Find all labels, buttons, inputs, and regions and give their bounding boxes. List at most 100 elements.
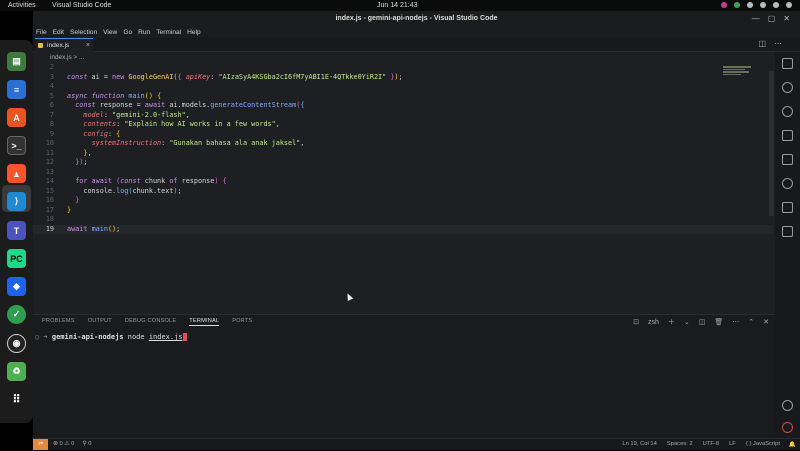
tab-ports[interactable]: PORTS xyxy=(232,318,252,326)
extensions-icon[interactable] xyxy=(782,226,793,237)
end-of-line[interactable]: LF xyxy=(729,439,736,450)
breadcrumb[interactable]: index.js > ... xyxy=(50,54,84,61)
problems-status[interactable]: ⊗ 0 ⚠ 0 xyxy=(53,439,74,450)
tab-problems[interactable]: PROBLEMS xyxy=(42,318,75,326)
tab-terminal[interactable]: TERMINAL xyxy=(189,318,220,326)
terminal-arg[interactable]: index.js xyxy=(149,333,183,341)
minimize-button[interactable]: — xyxy=(752,14,760,24)
remote-explorer-icon[interactable] xyxy=(782,154,793,165)
ports-status[interactable]: ⚲ 0 xyxy=(82,439,91,450)
focused-app-name[interactable]: Visual Studio Code xyxy=(52,0,111,11)
close-panel-icon[interactable]: ✕ xyxy=(763,318,769,326)
code-editor[interactable]: 2 3 const ai = new GoogleGenAI({ apiKey: … xyxy=(33,63,773,313)
show-apps-grid-icon[interactable]: ⠿ xyxy=(7,390,26,409)
menu-view[interactable]: View xyxy=(100,27,120,38)
code-line: 7 model: "gemini-2.0-flash", xyxy=(49,110,190,119)
prompt-symbol: ○ ➜ xyxy=(35,333,48,341)
kill-terminal-icon[interactable]: 🗑 xyxy=(714,318,723,326)
testing-icon[interactable] xyxy=(782,202,793,213)
encoding[interactable]: UTF-8 xyxy=(703,439,719,450)
tab-close-icon[interactable]: × xyxy=(86,39,90,52)
code-line: 3 const ai = new GoogleGenAI({ apiKey: "A… xyxy=(49,72,403,81)
app-center-icon[interactable]: A xyxy=(7,108,26,127)
terminal-command: node xyxy=(127,333,145,341)
code-line: 17} xyxy=(45,205,72,214)
maximize-button[interactable]: ▢ xyxy=(768,14,776,24)
tray-app-icon[interactable] xyxy=(721,2,727,8)
libreoffice-writer-icon[interactable]: ≡ xyxy=(7,80,26,99)
sync-app-icon[interactable]: ✓ xyxy=(7,305,26,324)
menu-edit[interactable]: Edit xyxy=(50,27,67,38)
dock: ▤ ≡ A >_ ▲ ⟩ T PC ◆ ✓ ◉ ♻ ⠿ xyxy=(0,40,33,423)
menu-run[interactable]: Run xyxy=(135,27,153,38)
docker-icon[interactable]: ◆ xyxy=(7,277,26,296)
activities-button[interactable]: Activities xyxy=(8,0,36,11)
split-terminal-icon[interactable]: ◫ xyxy=(699,318,706,326)
language-mode[interactable]: { } JavaScript xyxy=(746,439,780,450)
tab-index-js[interactable]: index.js × xyxy=(35,38,93,52)
close-window-button[interactable]: ✕ xyxy=(783,14,790,24)
more-icon[interactable]: ⋯ xyxy=(732,318,739,326)
pycharm-icon[interactable]: PC xyxy=(7,249,26,268)
code-line: 11 }, xyxy=(45,148,92,157)
minimap[interactable] xyxy=(723,66,753,80)
editor-actions: ◫ ⋯ xyxy=(758,39,782,48)
vscode-window: index.js - gemini-api-nodejs - Visual St… xyxy=(33,11,800,450)
search-icon[interactable] xyxy=(782,82,793,93)
system-top-bar: Activities Visual Studio Code Jun 14 21:… xyxy=(0,0,800,11)
menu-bar: File Edit Selection View Go Run Terminal… xyxy=(33,27,800,38)
power-icon[interactable] xyxy=(786,2,792,8)
code-line-current: 19 await main(); xyxy=(33,224,773,234)
clock[interactable]: Jun 14 21:43 xyxy=(377,0,417,11)
account-icon[interactable] xyxy=(782,400,793,411)
brave-browser-icon[interactable]: ▲ xyxy=(7,164,26,183)
code-line: 12 }); xyxy=(45,158,88,166)
tray-app-icon[interactable] xyxy=(734,2,740,8)
new-terminal-icon[interactable]: ＋ xyxy=(668,317,675,327)
explorer-icon[interactable] xyxy=(782,58,793,69)
code-line: 13 xyxy=(45,167,54,176)
cursor-position[interactable]: Ln 19, Col 14 xyxy=(622,439,656,450)
menu-selection[interactable]: Selection xyxy=(67,27,100,38)
split-editor-icon[interactable]: ◫ xyxy=(758,39,766,48)
menu-file[interactable]: File xyxy=(33,27,50,38)
code-line: 14 for await (const chunk of response) { xyxy=(45,177,227,185)
more-actions-icon[interactable]: ⋯ xyxy=(774,39,782,48)
code-line: 9 config: { xyxy=(49,129,121,138)
obs-studio-icon[interactable]: ◉ xyxy=(7,334,26,353)
editor-tab-bar: index.js × ◫ ⋯ xyxy=(33,38,800,52)
window-title: index.js - gemini-api-nodejs - Visual St… xyxy=(335,15,498,22)
source-control-icon[interactable] xyxy=(782,106,793,117)
tab-debug-console[interactable]: DEBUG CONSOLE xyxy=(125,318,176,326)
terminal-prompt[interactable]: ○ ➜ gemini-api-nodejs node index.js xyxy=(35,333,187,341)
code-line: 8 contents: "Explain how AI works in a f… xyxy=(49,120,280,128)
files-icon[interactable]: ▤ xyxy=(7,52,26,71)
run-debug-icon[interactable] xyxy=(782,130,793,141)
code-line: 5 async function main() { xyxy=(49,91,162,100)
system-tray[interactable] xyxy=(721,2,792,8)
activity-bar xyxy=(775,52,800,438)
vscode-icon[interactable]: ⟩ xyxy=(7,192,26,211)
indentation[interactable]: Spaces: 2 xyxy=(667,439,693,450)
terminal-shell-label[interactable]: zsh xyxy=(648,319,659,326)
tray-app-icon[interactable] xyxy=(747,2,753,8)
menu-help[interactable]: Help xyxy=(184,27,204,38)
tab-output[interactable]: OUTPUT xyxy=(88,318,112,326)
terminal-dropdown-icon[interactable]: ⌄ xyxy=(684,318,690,326)
network-icon[interactable] xyxy=(760,2,766,8)
terminal-icon[interactable]: >_ xyxy=(7,136,26,155)
teams-icon[interactable]: T xyxy=(7,221,26,240)
trash-icon[interactable]: ♻ xyxy=(7,362,26,381)
notifications-bell-icon[interactable]: 🔔 xyxy=(789,440,796,451)
volume-icon[interactable] xyxy=(773,2,779,8)
editor-scrollbar[interactable] xyxy=(769,71,774,216)
terminal-shell-icon[interactable]: ⊡ xyxy=(633,318,639,326)
terminal-cursor xyxy=(182,333,187,341)
menu-go[interactable]: Go xyxy=(120,27,135,38)
panel-actions: ⊡ zsh ＋ ⌄ ◫ 🗑 ⋯ ⌃ ✕ xyxy=(633,317,769,327)
menu-terminal[interactable]: Terminal xyxy=(153,27,184,38)
timeline-icon[interactable] xyxy=(782,178,793,189)
maximize-panel-icon[interactable]: ⌃ xyxy=(748,318,754,326)
manage-gear-icon[interactable] xyxy=(782,422,793,433)
remote-indicator-icon[interactable]: ⇌ xyxy=(33,439,48,450)
